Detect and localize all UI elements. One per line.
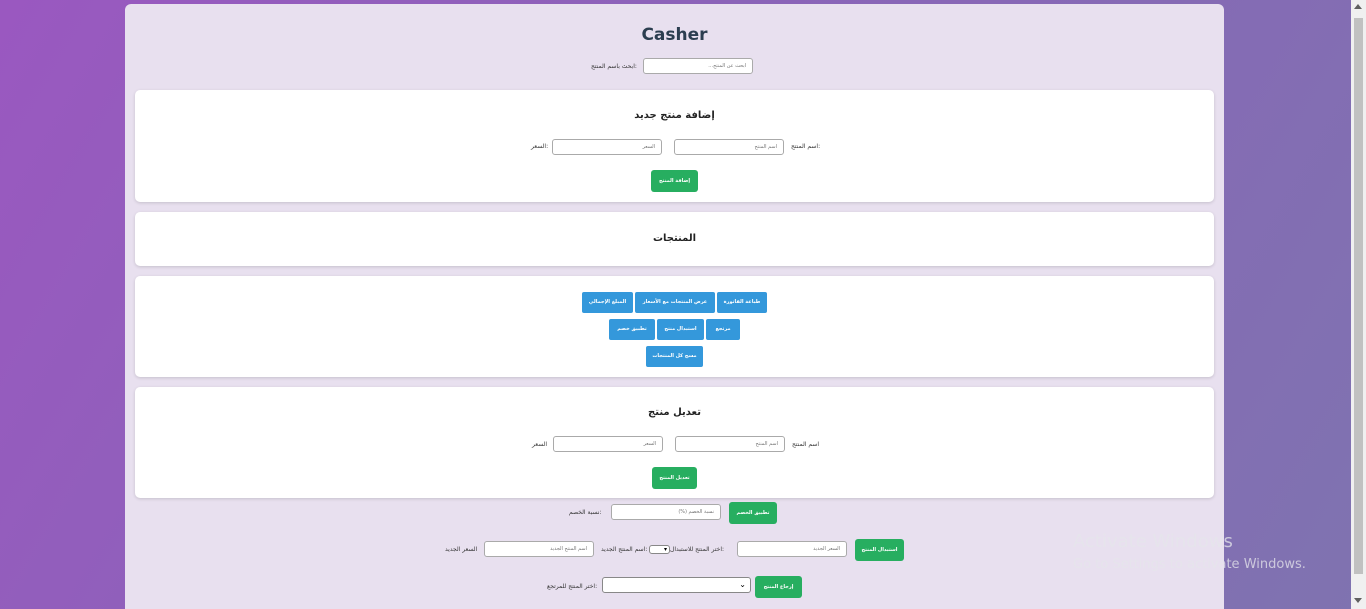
return-product-select[interactable]: ⌄	[602, 577, 751, 593]
new-price-input[interactable]	[737, 541, 847, 557]
edit-product-card: تعديل منتج اسم المنتج السعر تعديل المنتج	[135, 387, 1214, 498]
add-name-input[interactable]	[674, 139, 784, 155]
scroll-down-icon[interactable]	[1354, 598, 1362, 603]
new-price-label: السعر الجديد	[445, 546, 478, 553]
edit-name-label: اسم المنتج	[792, 441, 820, 448]
actions-card: طباعة الفاتورة عرض المنتجات مع الأسعار ا…	[135, 276, 1214, 377]
scrollbar-thumb[interactable]	[1354, 18, 1363, 574]
scroll-up-icon[interactable]	[1354, 4, 1362, 9]
add-product-button[interactable]: إضافة المنتج	[651, 170, 698, 192]
total-amount-button[interactable]: المبلغ الإجمالي	[582, 292, 633, 313]
activate-windows-subtitle: Go to Settings to activate Windows.	[1073, 557, 1306, 572]
edit-name-input[interactable]	[675, 436, 785, 452]
show-products-prices-button[interactable]: عرض المنتجات مع الأسعار	[635, 292, 715, 313]
replace-product-select[interactable]: ▾	[649, 545, 670, 554]
replace-product-button[interactable]: استبدال منتج	[657, 319, 704, 340]
add-product-card: إضافة منتج جديد اسم المنتج: السعر: إضافة…	[135, 90, 1214, 202]
print-invoice-button[interactable]: طباعة الفاتورة	[717, 292, 767, 313]
return-product-button[interactable]: إرجاع المنتج	[755, 576, 802, 598]
products-card: المنتجات	[135, 212, 1214, 266]
add-price-label: السعر:	[531, 143, 549, 150]
apply-discount-submit-button[interactable]: تطبيق الخصم	[729, 502, 777, 524]
replace-select-label: اختر المنتج للاستبدال:	[670, 546, 725, 553]
new-name-label: اسم المنتج الجديد:	[601, 546, 648, 553]
chevron-down-icon: ⌄	[739, 580, 746, 589]
new-name-input[interactable]	[484, 541, 594, 557]
app-container: Casher ابحث باسم المنتج: إضافة منتج جديد…	[125, 4, 1224, 609]
page-scrollbar[interactable]	[1351, 0, 1366, 609]
add-name-label: اسم المنتج:	[791, 143, 821, 150]
clear-all-products-button[interactable]: مسح كل المنتجات	[646, 346, 703, 367]
search-input[interactable]	[643, 58, 753, 74]
edit-price-input[interactable]	[553, 436, 663, 452]
returns-button[interactable]: مرتجع	[706, 319, 740, 340]
edit-price-label: السعر	[532, 441, 548, 448]
chevron-down-icon: ▾	[663, 546, 667, 553]
discount-input[interactable]	[611, 504, 721, 520]
replace-product-submit-button[interactable]: استبدال المنتج	[855, 539, 904, 561]
return-select-label: اختر المنتج للمرتجع:	[547, 583, 598, 590]
page-title: Casher	[641, 25, 708, 45]
edit-product-button[interactable]: تعديل المنتج	[652, 467, 697, 489]
activate-windows-title: Activate Windows	[1073, 531, 1233, 552]
search-label: ابحث باسم المنتج:	[591, 63, 637, 70]
add-product-heading: إضافة منتج جديد	[634, 110, 715, 121]
apply-discount-button[interactable]: تطبيق خصم	[609, 319, 655, 340]
discount-label: نسبة الخصم:	[569, 509, 602, 516]
edit-product-heading: تعديل منتج	[648, 407, 701, 418]
add-price-input[interactable]	[552, 139, 662, 155]
products-heading: المنتجات	[652, 233, 697, 244]
